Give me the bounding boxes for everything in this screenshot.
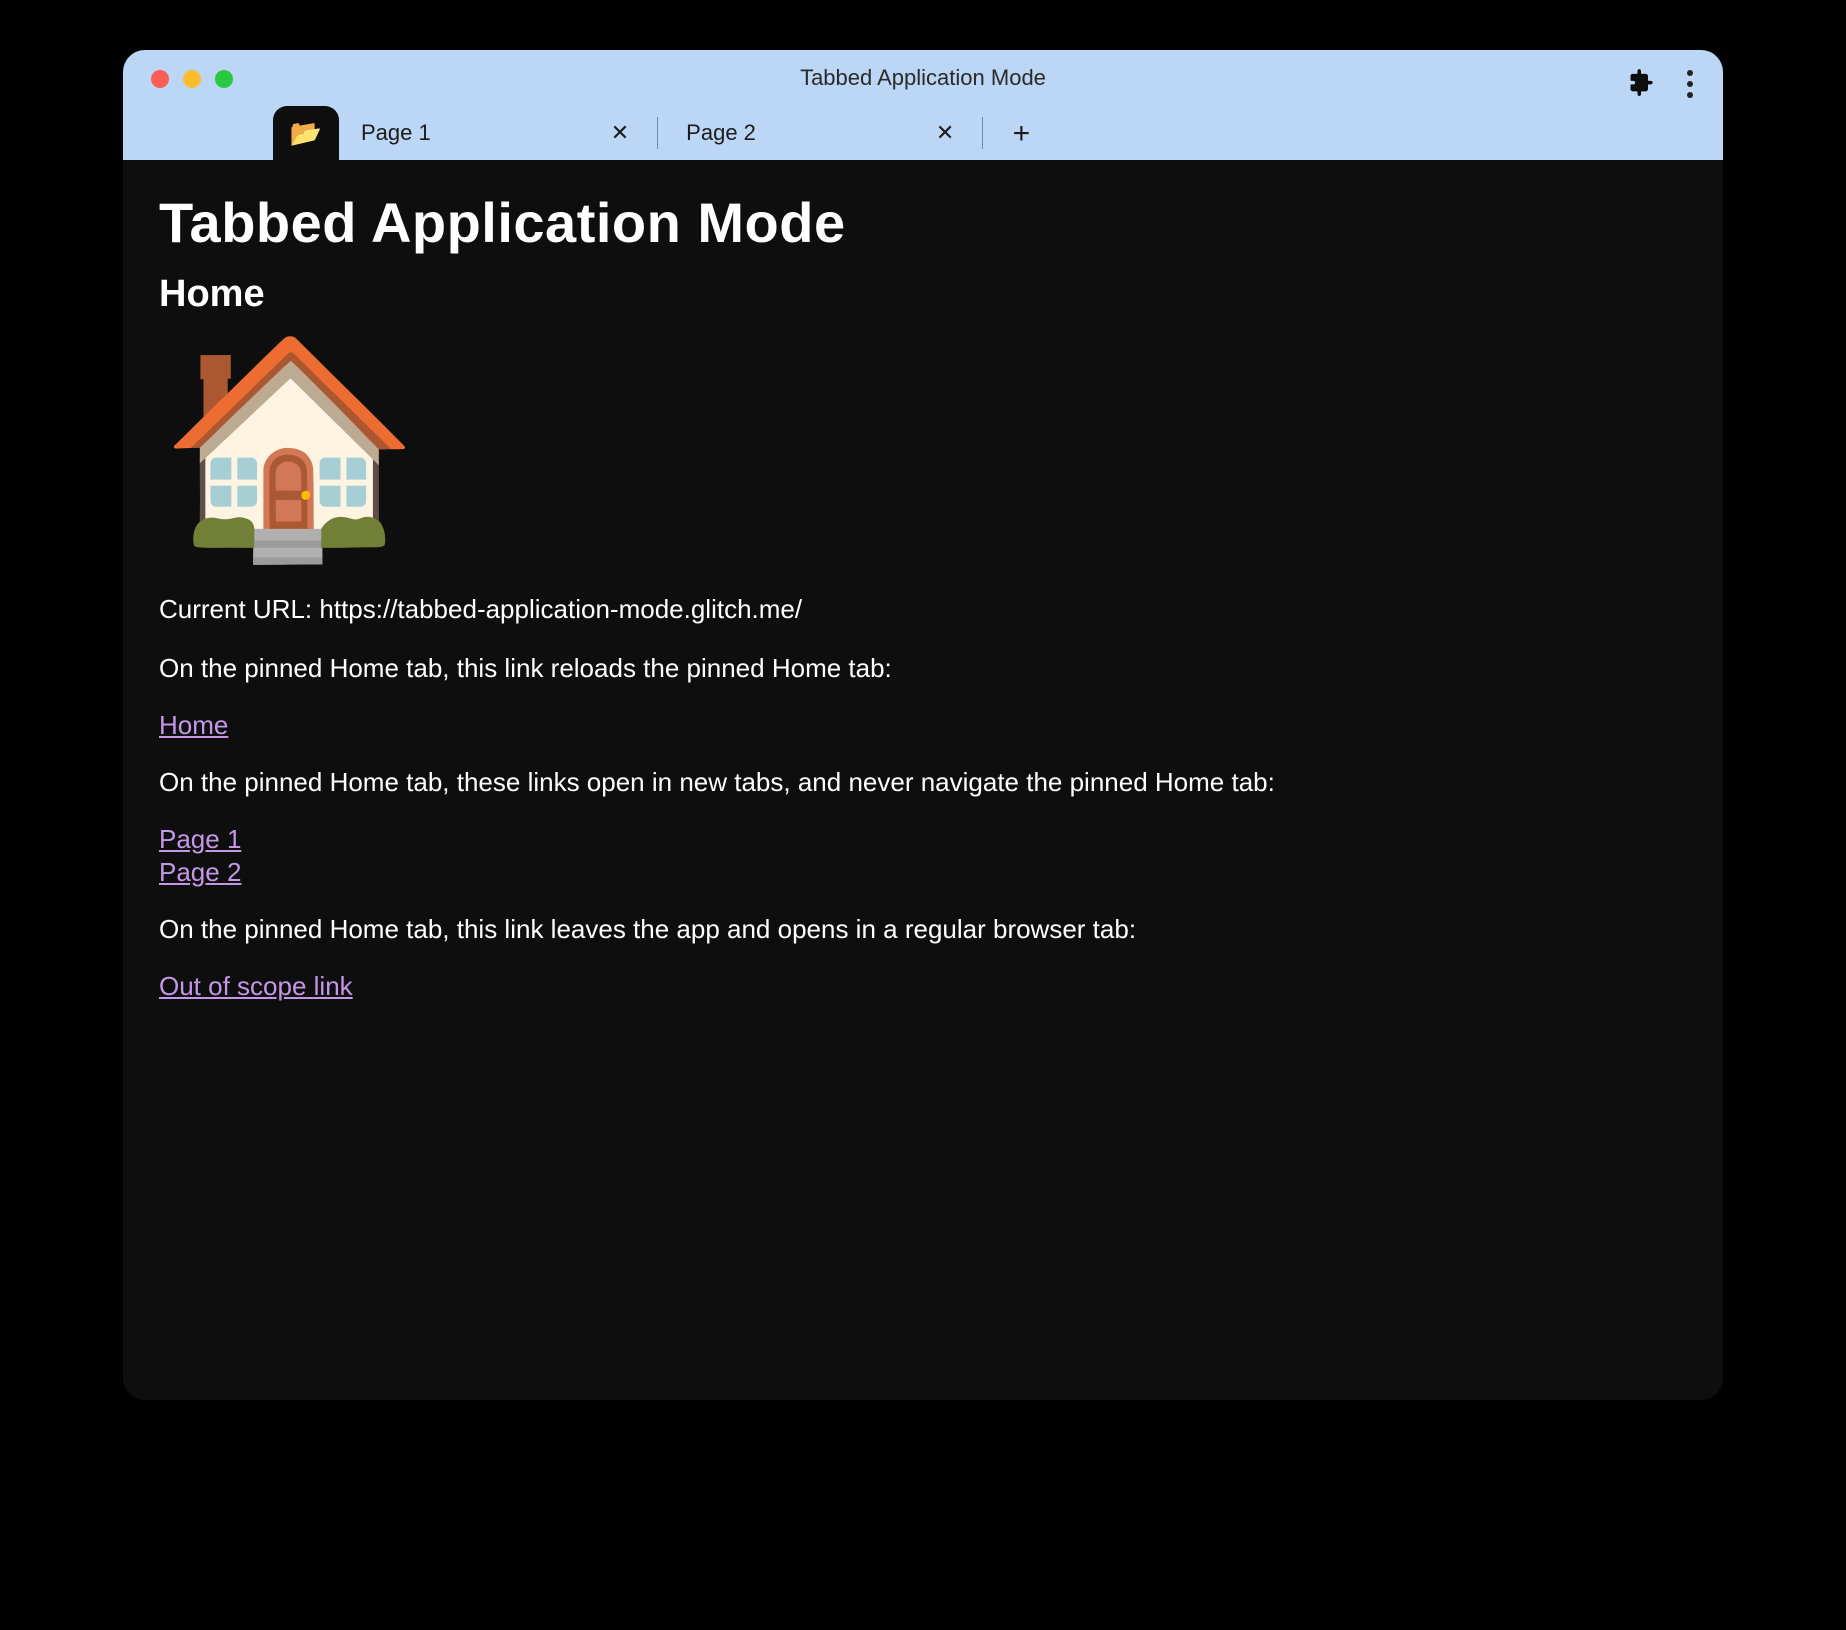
page1-link[interactable]: Page 1: [159, 824, 1687, 855]
extensions-icon[interactable]: [1627, 68, 1655, 101]
page2-link[interactable]: Page 2: [159, 857, 1687, 888]
window-controls: [151, 70, 233, 88]
house-icon: 🏠: [159, 342, 1687, 552]
content-area: Tabbed Application Mode Home 🏠 Current U…: [123, 160, 1723, 1400]
app-title: Tabbed Application Mode: [800, 65, 1046, 91]
page-title: Tabbed Application Mode: [159, 190, 1687, 255]
tab-page-1[interactable]: Page 1 ✕: [339, 106, 651, 160]
out-of-scope-link[interactable]: Out of scope link: [159, 971, 1687, 1002]
tab-strip: 📂 Page 1 ✕ Page 2 ✕ +: [123, 106, 1723, 160]
home-link-intro: On the pinned Home tab, this link reload…: [159, 651, 1687, 686]
titlebar: Tabbed Application Mode 📂 Page 1 ✕: [123, 50, 1723, 160]
tab-page-2[interactable]: Page 2 ✕: [664, 106, 976, 160]
home-link[interactable]: Home: [159, 710, 1687, 741]
outscope-link-intro: On the pinned Home tab, this link leaves…: [159, 912, 1687, 947]
close-tab-icon[interactable]: ✕: [611, 120, 629, 146]
tab-separator: [982, 117, 983, 149]
newtab-links-intro: On the pinned Home tab, these links open…: [159, 765, 1687, 800]
new-tab-button[interactable]: +: [999, 112, 1043, 156]
close-window-button[interactable]: [151, 70, 169, 88]
tab-label: Page 2: [686, 120, 756, 146]
page-subtitle: Home: [159, 273, 1687, 316]
pinned-home-tab[interactable]: 📂: [273, 106, 339, 160]
fullscreen-window-button[interactable]: [215, 70, 233, 88]
app-window: Tabbed Application Mode 📂 Page 1 ✕: [123, 50, 1723, 1400]
more-menu-icon[interactable]: [1681, 64, 1699, 104]
tab-label: Page 1: [361, 120, 431, 146]
tab-separator: [657, 117, 658, 149]
minimize-window-button[interactable]: [183, 70, 201, 88]
close-tab-icon[interactable]: ✕: [936, 120, 954, 146]
current-url-line: Current URL: https://tabbed-application-…: [159, 592, 1687, 627]
folder-icon: 📂: [290, 120, 322, 146]
